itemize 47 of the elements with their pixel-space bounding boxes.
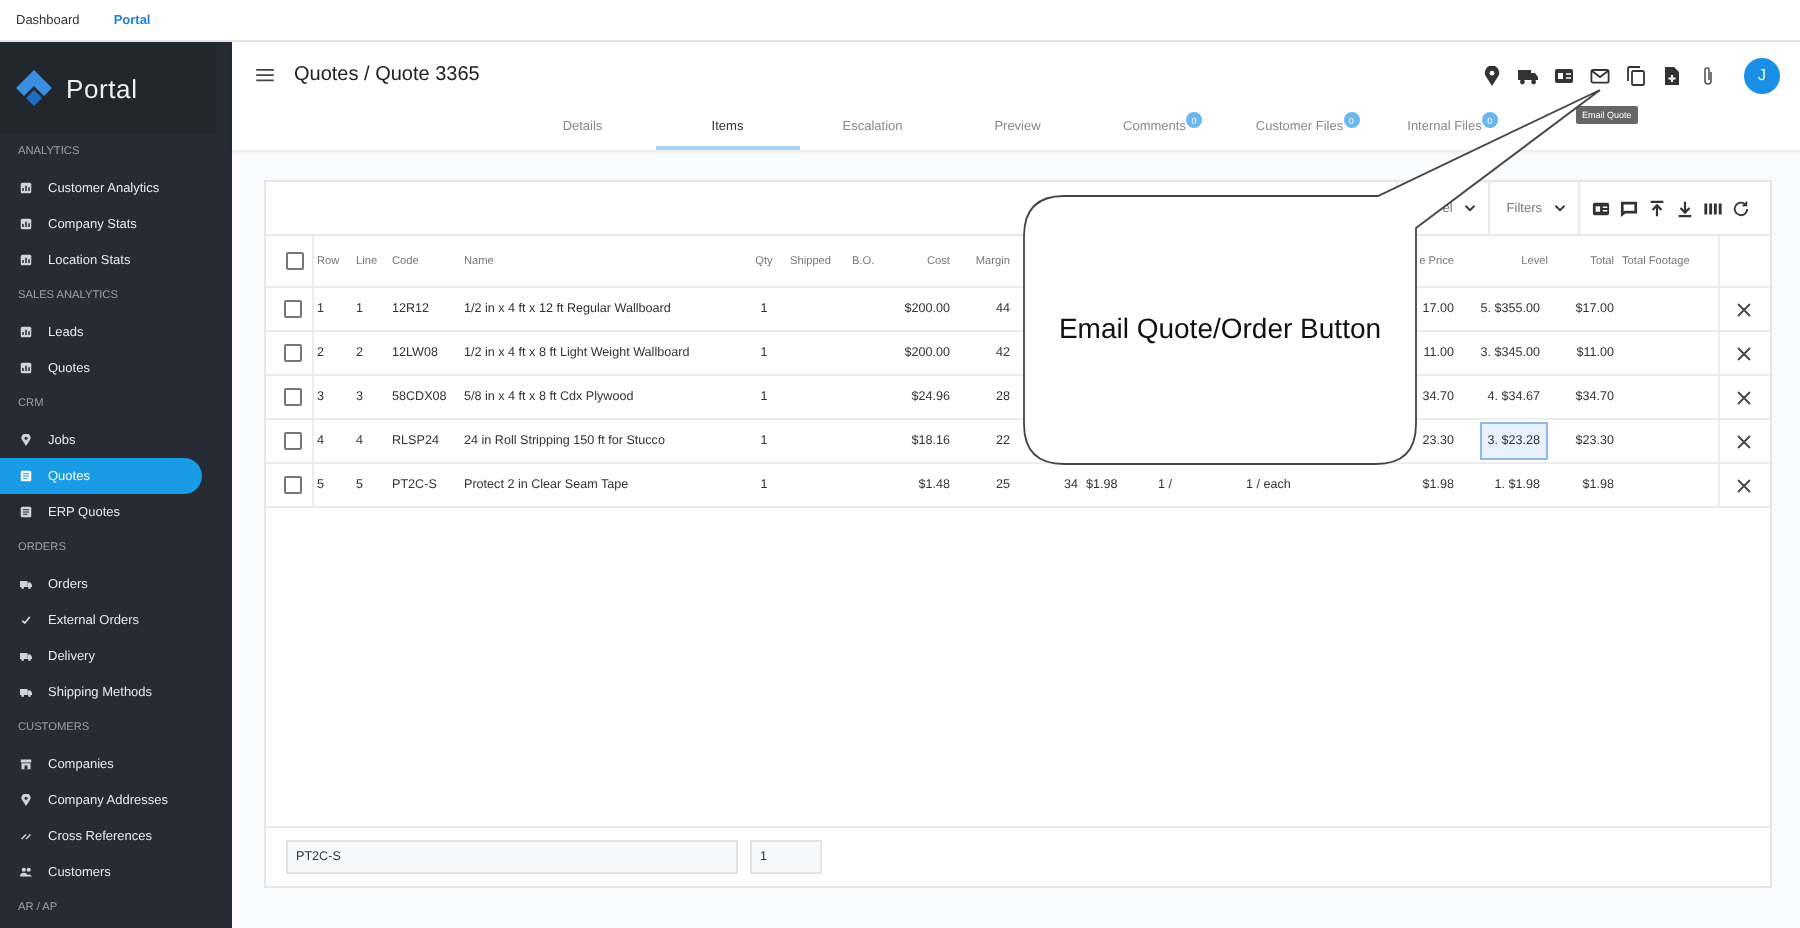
mail-icon[interactable] [1590,65,1610,85]
report-icon [20,182,32,194]
truck-icon [20,578,32,590]
copy-icon[interactable] [1626,65,1646,85]
chevron-icon [1464,204,1477,212]
document-icon [20,506,32,518]
close-icon[interactable] [1736,301,1753,317]
report-icon [20,218,32,230]
page-title: Quotes / Quote 3365 [294,64,480,86]
close-icon[interactable] [1736,433,1753,449]
pin-icon[interactable] [1482,65,1502,85]
close-icon[interactable] [1736,389,1753,405]
file-plus-icon[interactable] [1662,65,1682,85]
row-checkbox[interactable] [284,344,302,362]
store-icon [20,758,32,770]
report-icon [20,362,32,374]
truck-icon [20,686,32,698]
columns-icon[interactable] [1704,199,1722,217]
row-checkbox[interactable] [284,432,302,450]
swap-icon [20,830,32,842]
row-checkbox[interactable] [284,388,302,406]
callout-text: Email Quote/Order Button [1056,312,1384,344]
id-card-icon[interactable] [1554,65,1574,85]
logo-text: Portal [66,73,138,103]
people-icon [20,866,32,878]
row-checkbox[interactable] [284,300,302,318]
check-icon [20,614,32,626]
truck-icon[interactable] [1518,65,1538,85]
id-card-icon[interactable] [1592,199,1610,217]
row-checkbox[interactable] [284,476,302,494]
pin-icon [20,794,32,806]
document-icon [20,470,32,482]
menu-icon[interactable] [256,68,274,82]
select-all-checkbox[interactable] [286,252,305,270]
close-icon[interactable] [1736,477,1753,493]
report-icon [20,254,32,266]
truck-icon [20,650,32,662]
chevron-icon [1554,204,1566,212]
paperclip-icon[interactable] [1698,65,1718,85]
close-icon[interactable] [1736,345,1753,361]
download-icon[interactable] [1676,199,1694,217]
pin-icon [20,434,32,446]
logo-icon [14,68,54,108]
comment-icon[interactable] [1620,199,1638,217]
refresh-icon[interactable] [1732,199,1750,217]
upload-icon[interactable] [1648,199,1666,217]
report-icon [20,326,32,338]
